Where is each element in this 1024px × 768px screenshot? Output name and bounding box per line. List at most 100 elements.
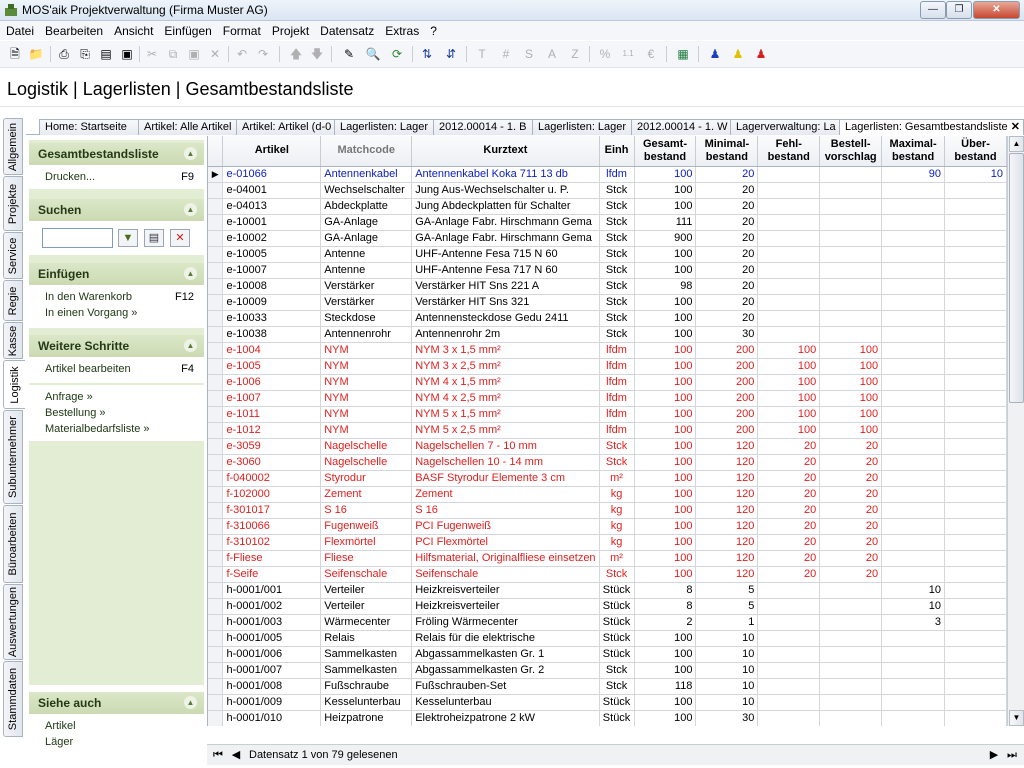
cell-maximalbestand[interactable]: [881, 534, 946, 551]
cell-bestellvorschlag[interactable]: [819, 326, 883, 343]
cell-minimalbestand[interactable]: 200: [695, 358, 759, 375]
cell-ueberbestand[interactable]: [944, 262, 1007, 279]
column-header-ueberbestand[interactable]: Über- bestand: [944, 136, 1007, 167]
cell-kurztext[interactable]: NYM 5 x 1,5 mm²: [411, 406, 600, 423]
cell-ueberbestand[interactable]: [944, 662, 1007, 679]
cell-bestellvorschlag[interactable]: 20: [819, 550, 883, 567]
cell-einh[interactable]: Stck: [599, 230, 635, 247]
cell-ueberbestand[interactable]: [944, 678, 1007, 695]
material-list-link[interactable]: Materialbedarfsliste »: [45, 423, 150, 435]
text-format-icon[interactable]: T: [473, 45, 491, 63]
cell-einh[interactable]: Stück: [599, 598, 635, 615]
cell-maximalbestand[interactable]: [881, 566, 946, 583]
table-row[interactable]: h-0001/006 Sammelkasten Abgassammelkasten …: [208, 646, 1007, 663]
cell-maximalbestand[interactable]: [881, 502, 946, 519]
cell-matchcode[interactable]: Wärmecenter: [320, 614, 413, 631]
doc-tab-alle-artikel[interactable]: Artikel: Alle Artikel: [138, 119, 238, 135]
cell-gesamtbestand[interactable]: 100: [634, 550, 697, 567]
cell-ueberbestand[interactable]: [944, 438, 1007, 455]
cell-artikel[interactable]: e-10007: [222, 262, 322, 279]
cell-maximalbestand[interactable]: [881, 198, 946, 215]
print-icon[interactable]: ⎙: [55, 45, 73, 63]
cell-minimalbestand[interactable]: 10: [695, 694, 759, 711]
cell-einh[interactable]: Stck: [599, 326, 635, 343]
table-row[interactable]: h-0001/003 Wärmecenter Fröling Wärmecenter…: [208, 614, 1007, 631]
table-row[interactable]: e-04013 Abdeckplatte Jung Abdeckplatten fü…: [208, 198, 1007, 215]
cell-einh[interactable]: Stck: [599, 662, 635, 679]
cell-matchcode[interactable]: Fliese: [320, 550, 413, 567]
cell-fehlbestand[interactable]: [757, 326, 821, 343]
cell-bestellvorschlag[interactable]: 20: [819, 566, 883, 583]
user-yellow-icon[interactable]: ♟: [729, 45, 747, 63]
row-selector[interactable]: [208, 582, 224, 599]
cell-matchcode[interactable]: Relais: [320, 630, 413, 647]
row-selector[interactable]: [208, 678, 224, 695]
cell-einh[interactable]: Stck: [599, 310, 635, 327]
edit-pencil-icon[interactable]: ✎: [340, 45, 358, 63]
cell-fehlbestand[interactable]: [757, 262, 821, 279]
cell-ueberbestand[interactable]: [944, 406, 1007, 423]
table-row[interactable]: e-1004 NYM NYM 3 x 1,5 mm² lfdm 100 200 100 100: [208, 342, 1007, 359]
cell-minimalbestand[interactable]: 200: [695, 390, 759, 407]
column-header-artikel[interactable]: Artikel: [222, 136, 322, 167]
cell-maximalbestand[interactable]: 10: [881, 582, 946, 599]
cell-matchcode[interactable]: Kesselunterbau: [320, 694, 413, 711]
next-record-icon[interactable]: ▶: [986, 747, 1002, 763]
cell-gesamtbestand[interactable]: 100: [634, 646, 697, 663]
cell-kurztext[interactable]: NYM 3 x 2,5 mm²: [411, 358, 600, 375]
cell-fehlbestand[interactable]: 100: [757, 390, 821, 407]
undo-icon[interactable]: ↶: [233, 45, 251, 63]
cell-artikel[interactable]: e-1007: [222, 390, 322, 407]
cell-fehlbestand[interactable]: [757, 662, 821, 679]
cell-bestellvorschlag[interactable]: 100: [819, 406, 883, 423]
column-header-minimalbestand[interactable]: Minimal- bestand: [695, 136, 759, 167]
cell-minimalbestand[interactable]: 5: [695, 582, 759, 599]
table-row[interactable]: e-10033 Steckdose Antennensteckdose Gedu 2…: [208, 310, 1007, 327]
cell-gesamtbestand[interactable]: 118: [634, 678, 697, 695]
table-row[interactable]: f-Seife Seifenschale Seifenschale Stck 100 12…: [208, 566, 1007, 583]
cell-ueberbestand[interactable]: [944, 278, 1007, 295]
menu-einfuegen[interactable]: Einfügen: [158, 21, 216, 38]
cell-ueberbestand[interactable]: [944, 518, 1007, 535]
cell-maximalbestand[interactable]: [881, 422, 946, 439]
cell-matchcode[interactable]: Antenne: [320, 246, 413, 263]
cell-fehlbestand[interactable]: [757, 646, 821, 663]
find-icon[interactable]: 🔍: [364, 45, 382, 63]
cell-kurztext[interactable]: Verstärker HIT Sns 221 A: [411, 278, 600, 295]
cell-artikel[interactable]: e-01066: [222, 166, 322, 183]
cell-gesamtbestand[interactable]: 100: [634, 182, 697, 199]
cell-matchcode[interactable]: Styrodur: [320, 470, 413, 487]
cell-gesamtbestand[interactable]: 100: [634, 326, 697, 343]
cell-maximalbestand[interactable]: [881, 678, 946, 695]
cell-gesamtbestand[interactable]: 100: [634, 310, 697, 327]
cell-artikel[interactable]: f-Seife: [222, 566, 322, 583]
cell-ueberbestand[interactable]: [944, 470, 1007, 487]
cell-bestellvorschlag[interactable]: 100: [819, 342, 883, 359]
table-row[interactable]: e-04001 Wechselschalter Jung Aus-Wechselsc…: [208, 182, 1007, 199]
row-selector[interactable]: [208, 598, 224, 615]
row-selector[interactable]: [208, 438, 224, 455]
cell-bestellvorschlag[interactable]: [819, 166, 883, 183]
cell-einh[interactable]: Stck: [599, 454, 635, 471]
export-icon[interactable]: ▣: [118, 45, 136, 63]
cell-gesamtbestand[interactable]: 100: [634, 262, 697, 279]
cell-maximalbestand[interactable]: [881, 230, 946, 247]
cell-matchcode[interactable]: NYM: [320, 390, 413, 407]
cell-maximalbestand[interactable]: [881, 310, 946, 327]
cell-bestellvorschlag[interactable]: [819, 598, 883, 615]
cell-ueberbestand[interactable]: [944, 566, 1007, 583]
cell-gesamtbestand[interactable]: 100: [634, 342, 697, 359]
table-row[interactable]: e-1006 NYM NYM 4 x 1,5 mm² lfdm 100 200 100 100: [208, 374, 1007, 391]
cell-einh[interactable]: lfdm: [599, 406, 635, 423]
cell-einh[interactable]: lfdm: [599, 342, 635, 359]
cell-maximalbestand[interactable]: [881, 246, 946, 263]
cell-kurztext[interactable]: Hilfsmaterial, Originalfliese einsetzen: [411, 550, 600, 567]
row-selector[interactable]: [208, 486, 224, 503]
cell-kurztext[interactable]: Fröling Wärmecenter: [411, 614, 600, 631]
see-also-artikel-link[interactable]: Artikel: [45, 720, 76, 732]
cell-minimalbestand[interactable]: 20: [695, 214, 759, 231]
cell-einh[interactable]: Stück: [599, 694, 635, 711]
cell-matchcode[interactable]: Antenne: [320, 262, 413, 279]
sort-ascending-icon[interactable]: ⇅: [418, 45, 436, 63]
add-to-cart-link[interactable]: In den Warenkorb: [45, 291, 132, 303]
